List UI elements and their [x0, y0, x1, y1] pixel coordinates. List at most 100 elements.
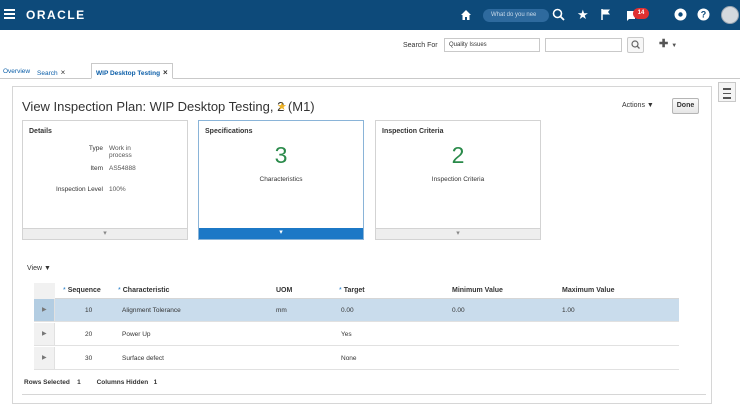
- search-button[interactable]: [627, 37, 644, 53]
- view-menu[interactable]: View ▼: [27, 265, 51, 272]
- create-menu-button[interactable]: ✚ ▼: [659, 39, 677, 52]
- columns-hidden-label: Columns Hidden: [96, 379, 149, 386]
- column-label: Target: [343, 287, 365, 294]
- tab-search[interactable]: Search ×: [37, 68, 65, 77]
- column-header-sequence[interactable]: * Sequence: [63, 287, 101, 294]
- cell-uom: mm: [276, 307, 287, 314]
- row-header[interactable]: ▶: [34, 347, 55, 369]
- cell-target: None: [341, 355, 357, 362]
- notifications-icon[interactable]: 14: [626, 8, 652, 22]
- help-icon[interactable]: ?: [697, 8, 710, 21]
- tab-label: WIP Desktop Testing: [96, 70, 161, 77]
- page-title: View Inspection Plan: WIP Desktop Testin…: [22, 99, 315, 114]
- search-icon: [631, 40, 640, 49]
- chevron-down-icon[interactable]: ▾: [376, 228, 540, 239]
- chevron-down-icon: ▼: [44, 265, 51, 272]
- detail-value: Work in process: [109, 145, 132, 159]
- table-row[interactable]: ▶ 30 Surface defect None: [34, 347, 679, 370]
- column-header-characteristic[interactable]: * Characteristic: [118, 287, 169, 294]
- main-content: View Inspection Plan: WIP Desktop Testin…: [12, 86, 712, 404]
- cell-characteristic: Power Up: [122, 331, 151, 338]
- required-indicator: *: [339, 287, 342, 294]
- detail-value: 100%: [109, 186, 126, 193]
- tab-label: Overview: [3, 68, 31, 75]
- favorites-star-icon[interactable]: ★: [577, 8, 589, 21]
- card-subtitle: Inspection Criteria: [431, 176, 485, 183]
- column-header-target[interactable]: * Target: [339, 287, 365, 294]
- tab-label: Search: [37, 70, 58, 77]
- column-header-minimum-value[interactable]: Minimum Value: [452, 287, 503, 294]
- cell-target: 0.00: [341, 307, 354, 314]
- chevron-down-icon[interactable]: ▾: [199, 228, 363, 239]
- column-header-uom[interactable]: UOM: [276, 287, 292, 294]
- actions-label: Actions: [622, 102, 645, 109]
- cell-minimum-value: 0.00: [452, 307, 465, 314]
- cell-sequence: 10: [85, 307, 93, 314]
- tab-wip-desktop-testing[interactable]: WIP Desktop Testing ×: [91, 63, 173, 79]
- card-title: Inspection Criteria: [382, 128, 444, 135]
- hamburger-menu-icon[interactable]: [4, 9, 15, 19]
- columns-hidden-status: Columns Hidden 1: [97, 379, 158, 386]
- table-row[interactable]: ▶ 10 Alignment Tolerance mm 0.00 0.00 1.…: [34, 299, 679, 322]
- card-title: Specifications: [205, 128, 253, 135]
- expand-row-icon[interactable]: ▶: [42, 330, 47, 337]
- expand-row-icon[interactable]: ▶: [42, 354, 47, 361]
- cell-target: Yes: [341, 331, 352, 338]
- cell-characteristic: Alignment Tolerance: [122, 307, 181, 314]
- required-indicator: *: [118, 287, 121, 294]
- details-card[interactable]: Details Type Work in process Item AS5488…: [22, 120, 188, 240]
- panel-toggle-icon[interactable]: [718, 82, 736, 102]
- search-for-label: Search For: [403, 42, 438, 49]
- detail-label: Inspection Level: [56, 186, 103, 193]
- close-icon[interactable]: ×: [163, 68, 168, 77]
- rows-selected-status: Rows Selected 1: [24, 379, 81, 386]
- search-category-select[interactable]: Quality Issues: [444, 38, 540, 52]
- cell-sequence: 20: [85, 331, 93, 338]
- favorite-star-icon[interactable]: ★: [277, 100, 287, 113]
- table-row[interactable]: ▶ 20 Power Up Yes: [34, 323, 679, 346]
- close-icon[interactable]: ×: [61, 68, 66, 77]
- column-header-maximum-value[interactable]: Maximum Value: [562, 287, 615, 294]
- flag-icon[interactable]: [600, 8, 612, 21]
- table-header: * Sequence * Characteristic UOM * Target Mi…: [34, 283, 679, 299]
- inspection-criteria-card[interactable]: Inspection Criteria 2 Inspection Criteri…: [375, 120, 541, 240]
- detail-value: AS54888: [109, 165, 136, 172]
- chevron-down-icon: ▼: [671, 43, 678, 49]
- row-header[interactable]: ▶: [34, 299, 55, 321]
- home-icon[interactable]: [460, 9, 472, 21]
- view-label: View: [27, 265, 43, 272]
- table-status-bar: Rows Selected 1 Columns Hidden 1: [24, 379, 171, 386]
- column-label: Sequence: [67, 287, 101, 294]
- chevron-down-icon: ▼: [646, 102, 654, 109]
- required-indicator: *: [63, 287, 66, 294]
- tab-overview[interactable]: Overview: [3, 68, 30, 75]
- chevron-down-icon[interactable]: ▾: [23, 228, 187, 239]
- expand-row-icon[interactable]: ▶: [42, 306, 47, 313]
- column-label: Characteristic: [122, 287, 170, 294]
- global-search-input[interactable]: What do you nee: [483, 9, 549, 22]
- characteristics-count: 3: [274, 142, 288, 168]
- row-header-stub: [34, 283, 55, 299]
- row-header[interactable]: ▶: [34, 323, 55, 345]
- criteria-count: 2: [451, 142, 465, 168]
- gear-icon[interactable]: [674, 8, 687, 21]
- columns-hidden-count: 1: [153, 379, 158, 386]
- detail-label: Item: [90, 165, 103, 172]
- oracle-logo[interactable]: ORACLE: [26, 8, 86, 22]
- plus-icon: ✚: [659, 38, 669, 50]
- specifications-card[interactable]: Specifications 3 Characteristics ▾: [198, 120, 364, 240]
- user-avatar[interactable]: [721, 6, 739, 24]
- tab-bar: Overview Search × WIP Desktop Testing ×: [0, 62, 740, 79]
- column-label: UOM: [276, 287, 293, 294]
- svg-text:?: ?: [701, 10, 707, 20]
- column-label: Minimum Value: [452, 287, 503, 294]
- actions-menu[interactable]: Actions ▼: [622, 102, 654, 109]
- search-keyword-input[interactable]: [545, 38, 622, 52]
- divider: [22, 394, 706, 395]
- card-subtitle: Characteristics: [259, 176, 303, 183]
- detail-label: Type: [88, 145, 103, 152]
- rows-selected-count: 1: [77, 379, 81, 386]
- done-button[interactable]: Done: [672, 98, 699, 114]
- search-icon[interactable]: [552, 8, 565, 21]
- cell-characteristic: Surface defect: [122, 355, 164, 362]
